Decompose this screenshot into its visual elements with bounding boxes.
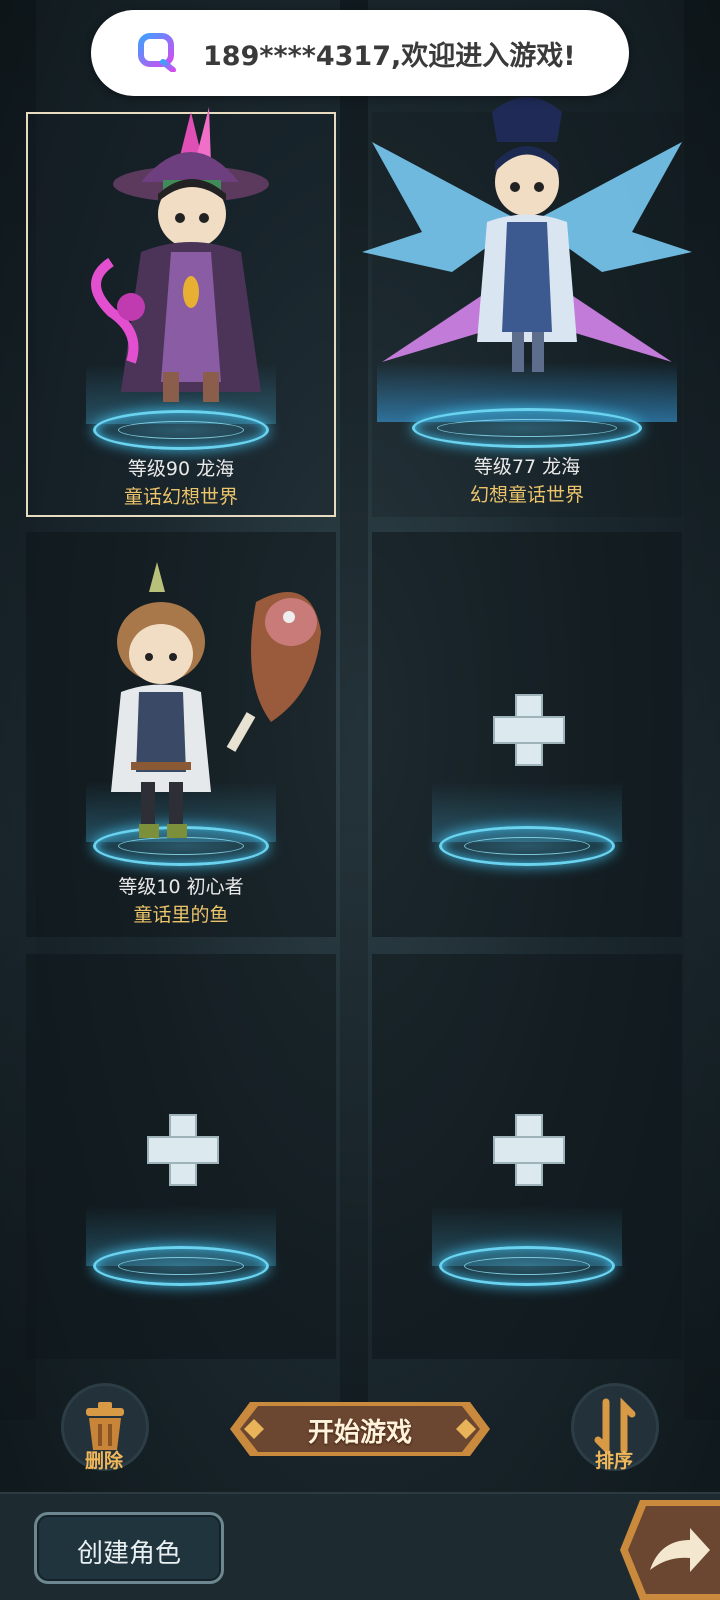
welcome-toast: 189****4317,欢迎进入游戏! <box>91 10 629 96</box>
forward-arrow-icon <box>620 1500 720 1600</box>
start-game-label: 开始游戏 <box>307 1418 412 1448</box>
welcome-message: 189****4317,欢迎进入游戏! <box>203 41 576 72</box>
add-character-icon[interactable] <box>147 1114 219 1186</box>
create-character-button[interactable]: 创建角色 <box>34 1512 224 1584</box>
mage-character <box>91 107 269 402</box>
add-character-icon[interactable] <box>493 694 565 766</box>
empty-slot-4[interactable] <box>372 532 682 937</box>
summon-pad <box>439 1246 615 1286</box>
character-slot-2[interactable]: 等级77 龙海 幻想童话世界 <box>362 97 692 517</box>
slot-level-text: 等级10 初心者 <box>118 876 244 898</box>
character-slot-3[interactable]: 等级10 初心者 童话里的鱼 <box>26 532 336 937</box>
slot-server-text: 童话里的鱼 <box>133 904 229 926</box>
delete-label: 删除 <box>84 1450 123 1472</box>
slot-server-text: 幻想童话世界 <box>469 484 584 506</box>
empty-slot-6[interactable] <box>372 954 682 1359</box>
create-character-label: 创建角色 <box>76 1539 181 1569</box>
summon-pad <box>439 826 615 866</box>
slot-server-text: 童话幻想世界 <box>123 486 238 508</box>
dragon-warrior-character <box>362 97 692 372</box>
summon-pad <box>93 1246 269 1286</box>
slot-level-text: 等级77 龙海 <box>473 456 581 478</box>
summon-pad <box>412 408 642 448</box>
slot-level-text: 等级90 龙海 <box>127 458 235 480</box>
start-game-button[interactable]: 开始游戏 <box>228 1400 492 1458</box>
enter-game-button[interactable] <box>620 1500 720 1600</box>
summon-pad <box>93 410 269 450</box>
add-character-icon[interactable] <box>493 1114 565 1186</box>
empty-slot-5[interactable] <box>26 954 336 1359</box>
novice-character <box>111 562 321 838</box>
app-logo-icon <box>138 33 176 72</box>
sort-label: 排序 <box>594 1450 633 1472</box>
character-slot-1[interactable]: 等级90 龙海 童话幻想世界 <box>26 107 336 517</box>
